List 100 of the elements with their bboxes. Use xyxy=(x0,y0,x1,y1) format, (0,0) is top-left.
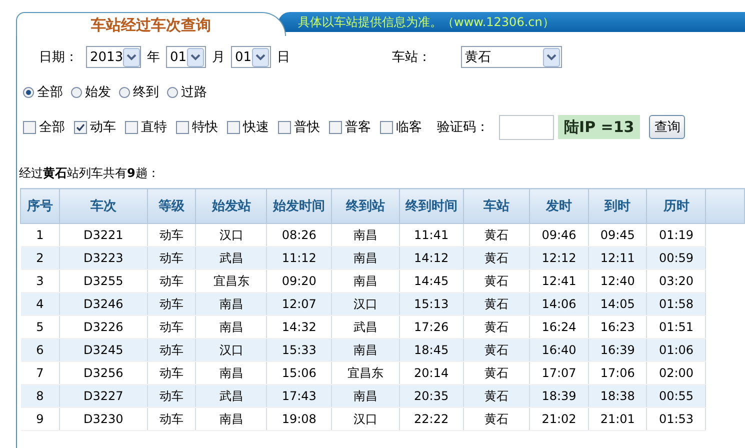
table-cell: 武昌 xyxy=(196,384,267,408)
table-cell: 21:01 xyxy=(588,408,647,430)
option-label[interactable]: 普快 xyxy=(294,118,320,136)
column-header: 终到站 xyxy=(331,188,400,224)
dropdown-select[interactable]: 01 xyxy=(231,46,271,68)
column-header: 历时 xyxy=(646,188,706,224)
checkbox[interactable] xyxy=(278,120,291,134)
table-cell: D3227 xyxy=(60,384,148,408)
table-cell: 12:12 xyxy=(530,246,588,270)
unit-label: 月 xyxy=(212,49,225,66)
table-cell: 南昌 xyxy=(331,246,400,270)
table-cell: 18:38 xyxy=(588,384,647,408)
column-header: 车次 xyxy=(60,188,148,224)
column-header: 始发时间 xyxy=(266,188,332,224)
checkbox[interactable] xyxy=(74,120,87,134)
table-cell: 黄石 xyxy=(463,246,530,270)
table-cell: 01:06 xyxy=(646,338,706,362)
option-label[interactable]: 直特 xyxy=(141,118,167,136)
table-cell: D3245 xyxy=(60,338,148,362)
radio-button[interactable] xyxy=(119,86,130,98)
field-label: 车站： xyxy=(392,49,431,66)
table-cell: 武昌 xyxy=(196,246,267,270)
table-cell: D3246 xyxy=(60,292,148,316)
option-label[interactable]: 始发 xyxy=(85,83,111,101)
table-cell: 20:35 xyxy=(400,384,464,408)
field-label: 日期： xyxy=(39,49,78,66)
table-cell: 14:05 xyxy=(588,292,647,316)
field-label: 验证码： xyxy=(437,119,489,136)
table-cell: 2 xyxy=(20,246,60,270)
checkbox[interactable] xyxy=(380,120,393,134)
column-header: 序号 xyxy=(20,188,60,224)
checkbox[interactable] xyxy=(176,120,189,134)
column-header xyxy=(706,188,744,224)
option-label[interactable]: 临客 xyxy=(396,118,422,136)
table-cell: 21:02 xyxy=(530,408,588,430)
table-cell: 15:13 xyxy=(400,292,464,316)
option-label[interactable]: 终到 xyxy=(133,83,159,101)
table-cell: 动车 xyxy=(147,338,196,362)
notice-bar: 具体以车站提供信息为准。（www.12306.cn） xyxy=(278,12,745,32)
captcha-field[interactable] xyxy=(499,114,554,140)
column-header: 始发站 xyxy=(196,188,267,224)
table-cell: 南昌 xyxy=(196,408,267,430)
option-label[interactable]: 过路 xyxy=(181,83,207,101)
table-cell: D3230 xyxy=(60,408,148,430)
radio-button[interactable] xyxy=(167,86,178,98)
checkbox[interactable] xyxy=(227,120,240,134)
option-label[interactable]: 普客 xyxy=(345,118,371,136)
table-cell: 17:43 xyxy=(266,384,332,408)
captcha-image: 陆IP =13 xyxy=(558,115,640,139)
checkbox[interactable] xyxy=(125,120,138,134)
table-cell: 南昌 xyxy=(331,384,400,408)
table-cell: 9 xyxy=(20,408,60,430)
table-cell: 15:33 xyxy=(266,338,332,362)
table-cell: 6 xyxy=(20,338,60,362)
option-label[interactable]: 快速 xyxy=(243,118,269,136)
column-header: 到时 xyxy=(588,188,647,224)
table-cell: 动车 xyxy=(147,384,196,408)
table-cell: 00:59 xyxy=(646,246,706,270)
table-cell: 南昌 xyxy=(196,292,267,316)
table-cell: 4 xyxy=(20,292,60,316)
table-cell: 动车 xyxy=(147,408,196,430)
checkbox[interactable] xyxy=(23,120,36,134)
radio-button[interactable] xyxy=(23,86,34,98)
query-button[interactable]: 查询 xyxy=(649,115,686,139)
option-label[interactable]: 全部 xyxy=(39,118,65,136)
table-cell: 黄石 xyxy=(463,338,530,362)
dropdown-select[interactable]: 2013 xyxy=(86,46,141,68)
option-label[interactable]: 全部 xyxy=(37,83,63,101)
table-cell: 动车 xyxy=(147,292,196,316)
table-cell: 动车 xyxy=(147,246,196,270)
table-cell: 汉口 xyxy=(196,338,267,362)
column-header: 车站 xyxy=(463,188,530,224)
column-header: 发时 xyxy=(530,188,588,224)
option-label[interactable]: 动车 xyxy=(90,118,116,136)
table-cell: 22:22 xyxy=(400,408,464,430)
dropdown-select[interactable]: 黄石 xyxy=(461,46,562,68)
table-cell: 南昌 xyxy=(331,338,400,362)
checkbox[interactable] xyxy=(329,120,342,134)
table-cell: 18:45 xyxy=(400,338,464,362)
table-cell: 14:12 xyxy=(400,246,464,270)
table-cell: 12:11 xyxy=(588,246,647,270)
option-label[interactable]: 特快 xyxy=(192,118,218,136)
table-cell: 黄石 xyxy=(463,384,530,408)
table-cell: 18:39 xyxy=(530,384,588,408)
unit-label: 年 xyxy=(147,49,160,66)
table-cell: 16:40 xyxy=(530,338,588,362)
table-cell: 12:07 xyxy=(266,292,332,316)
table-cell: 黄石 xyxy=(463,292,530,316)
unit-label: 日 xyxy=(277,49,290,66)
column-header: 终到时间 xyxy=(400,188,464,224)
table-cell: 黄石 xyxy=(463,408,530,430)
radio-button[interactable] xyxy=(71,86,82,98)
dropdown-select[interactable]: 01 xyxy=(166,46,206,68)
result-summary: 经过黄石站列车共有9趟： xyxy=(18,165,160,182)
table-cell: 16:39 xyxy=(588,338,647,362)
table-cell: 汉口 xyxy=(331,408,400,430)
table-cell: 00:55 xyxy=(646,384,706,408)
table-cell: 01:58 xyxy=(646,292,706,316)
table-cell: 8 xyxy=(20,384,60,408)
table-cell: 14:06 xyxy=(530,292,588,316)
